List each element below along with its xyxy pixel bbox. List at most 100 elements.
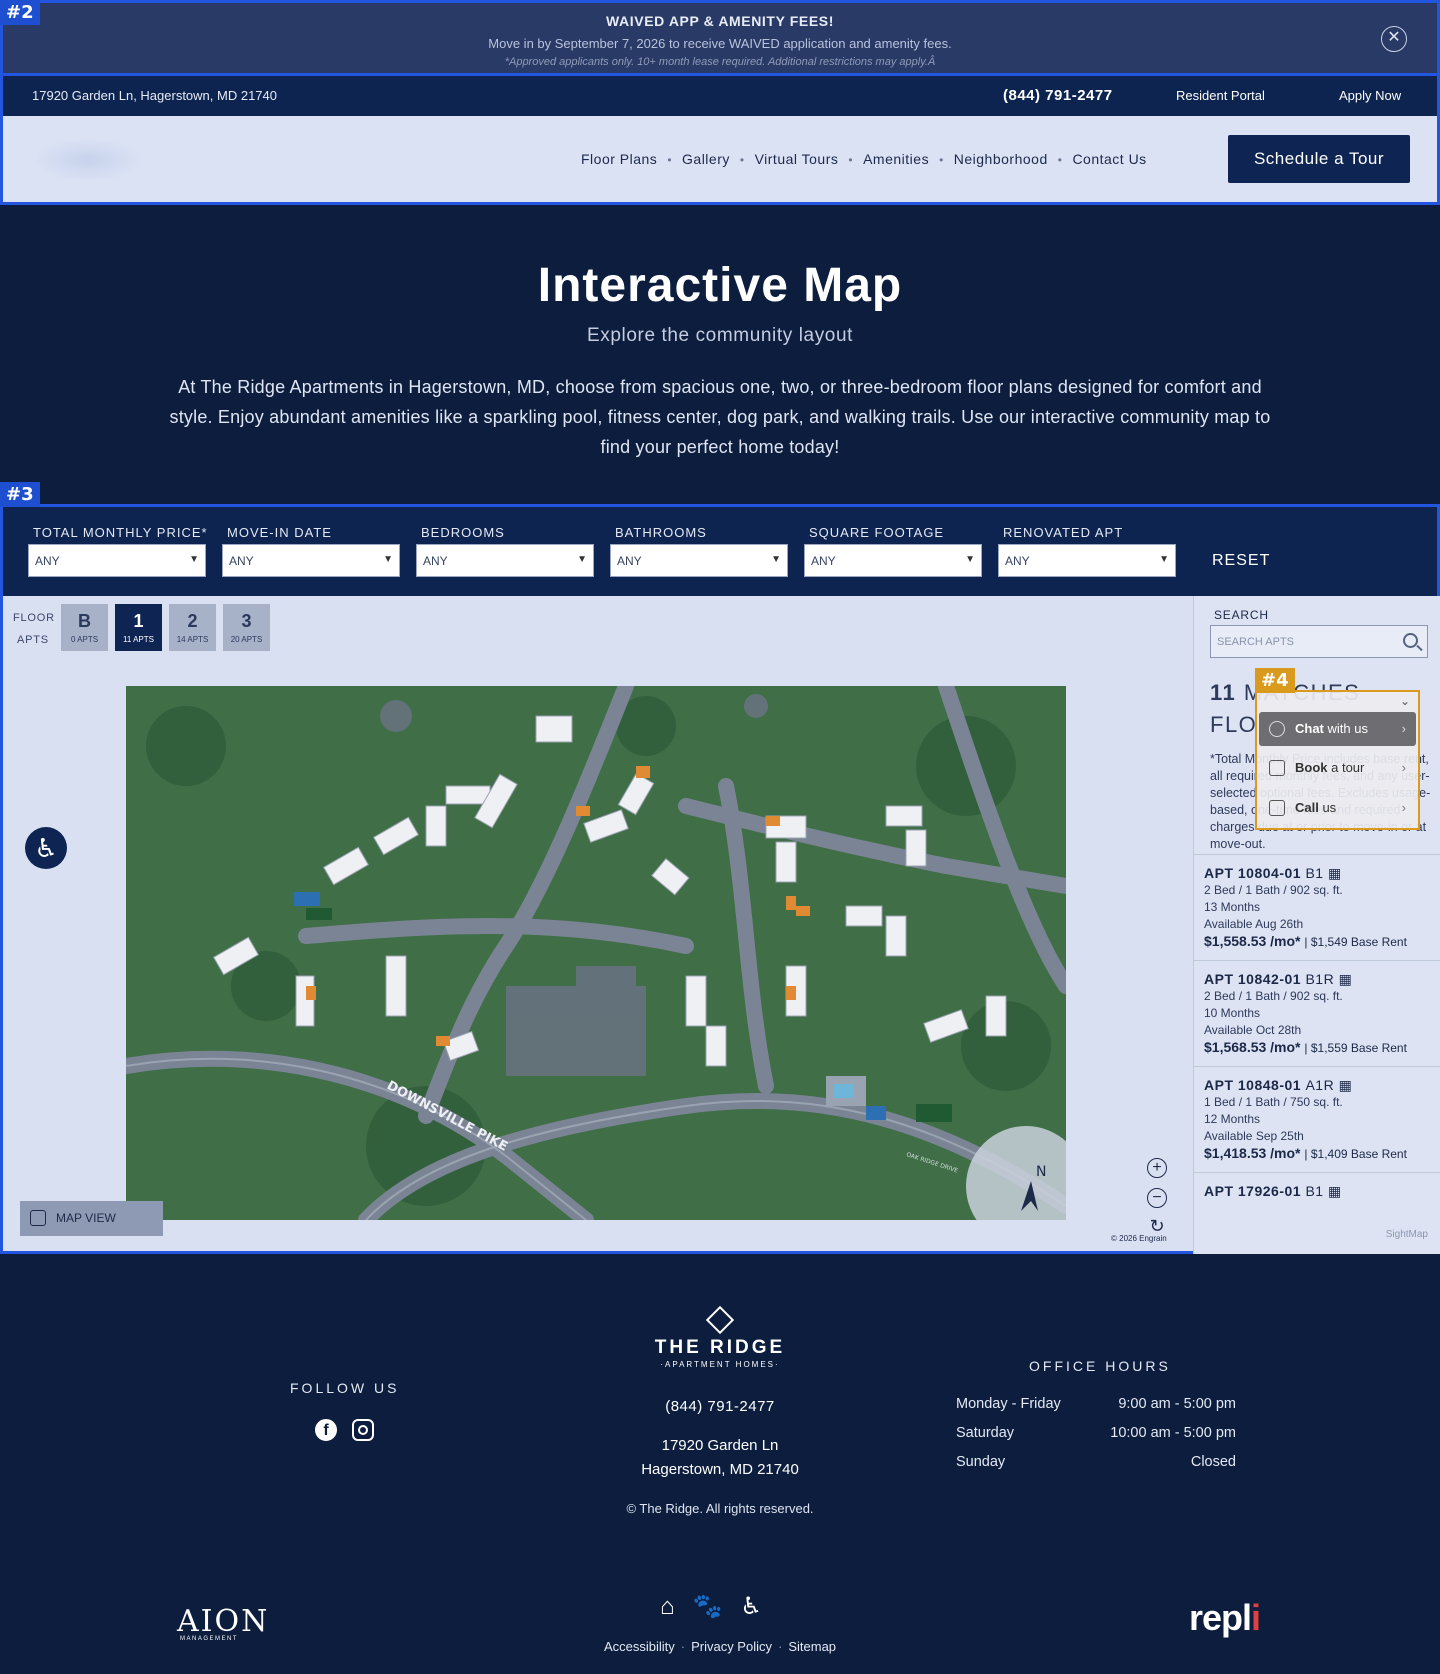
footer: FOLLOW US f THE RIDGE ·APARTMENT HOMES· … bbox=[0, 1254, 1440, 1674]
filter-move-in: MOVE-IN DATE ANY ▼ bbox=[222, 525, 400, 577]
chevron-down-icon[interactable]: ⌄ bbox=[1400, 694, 1410, 708]
floor-button-1[interactable]: 1 11 APTS bbox=[115, 604, 162, 651]
follow-us-heading: FOLLOW US bbox=[290, 1380, 400, 1396]
filter-bathrooms: BATHROOMS ANY ▼ bbox=[610, 525, 788, 577]
chevron-down-icon: ▼ bbox=[965, 554, 975, 565]
chevron-down-icon: ▼ bbox=[189, 554, 199, 565]
accessibility-icon[interactable]: ♿ bbox=[25, 827, 67, 869]
search-input[interactable]: SEARCH APTS bbox=[1210, 625, 1428, 658]
zoom-out-icon[interactable]: − bbox=[1147, 1188, 1167, 1208]
compliance-icons: ⌂ 🐾 ♿ bbox=[660, 1592, 780, 1621]
search-icon[interactable] bbox=[1403, 633, 1418, 648]
floor-button-2[interactable]: 2 14 APTS bbox=[169, 604, 216, 651]
chevron-down-icon: ▼ bbox=[577, 554, 587, 565]
calculator-icon[interactable]: ▦ bbox=[1339, 971, 1353, 987]
nav-separator: • bbox=[739, 153, 745, 167]
sightmap-brand: SightMap bbox=[1385, 1229, 1428, 1240]
call-us-button[interactable]: Call us › bbox=[1259, 791, 1416, 825]
bathrooms-select[interactable]: ANY ▼ bbox=[610, 544, 788, 577]
reset-button[interactable]: RESET bbox=[1212, 552, 1270, 570]
site-logo[interactable] bbox=[33, 138, 143, 182]
renovated-select[interactable]: ANY ▼ bbox=[998, 544, 1176, 577]
hero-section: Interactive Map Explore the community la… bbox=[0, 205, 1440, 505]
floor-label: FLOOR bbox=[13, 612, 55, 624]
map-section: FLOOR APTS B0 APTS 1 11 APTS 2 14 APTS 3 20… bbox=[0, 596, 1440, 1254]
nav-separator: • bbox=[939, 153, 944, 167]
site-map-graphic: DOWNSVILLE PIKE OAK RIDGE DRIVE N bbox=[126, 686, 1066, 1220]
nav-separator: • bbox=[667, 153, 673, 167]
promo-banner: WAIVED APP & AMENITY FEES! Move in by Se… bbox=[0, 0, 1440, 76]
schedule-tour-button[interactable]: Schedule a Tour bbox=[1228, 135, 1410, 183]
calculator-icon[interactable]: ▦ bbox=[1328, 865, 1342, 881]
filter-price: TOTAL MONTHLY PRICE* ANY ▼ bbox=[28, 525, 208, 577]
calendar-icon bbox=[1269, 760, 1285, 776]
office-hours-heading: OFFICE HOURS bbox=[1029, 1358, 1171, 1374]
nav-separator: • bbox=[848, 153, 854, 167]
sqft-select[interactable]: ANY ▼ bbox=[804, 544, 982, 577]
apartment-item[interactable]: APT 17926-01 B1 ▦ bbox=[1194, 1172, 1440, 1200]
filter-label: SQUARE FOOTAGE bbox=[809, 525, 945, 540]
move-in-select[interactable]: ANY ▼ bbox=[222, 544, 400, 577]
apartment-item[interactable]: APT 10848-01 A1R ▦ 1 Bed / 1 Bath / 750 … bbox=[1194, 1066, 1440, 1163]
search-label: SEARCH bbox=[1214, 608, 1269, 622]
zoom-in-icon[interactable]: + bbox=[1147, 1158, 1167, 1178]
compass-n: N bbox=[1036, 1164, 1046, 1180]
footer-address-line2: Hagerstown, MD 21740 bbox=[641, 1461, 799, 1478]
nav-links: Floor Plans • Gallery • Virtual Tours • Amenit… bbox=[581, 151, 1147, 167]
calculator-icon[interactable]: ▦ bbox=[1339, 1077, 1353, 1093]
apply-now-link[interactable]: Apply Now bbox=[1339, 88, 1401, 103]
accessibility-link[interactable]: Accessibility bbox=[604, 1639, 675, 1654]
chevron-right-icon: › bbox=[1401, 800, 1406, 815]
page-title: Interactive Map bbox=[537, 259, 903, 312]
facebook-icon[interactable]: f bbox=[315, 1419, 337, 1441]
copyright: © The Ridge. All rights reserved. bbox=[626, 1501, 814, 1516]
filter-label: BATHROOMS bbox=[615, 525, 707, 540]
tag-filters: #3 bbox=[0, 482, 40, 507]
calculator-icon[interactable]: ▦ bbox=[1328, 1183, 1342, 1199]
nav-floor-plans[interactable]: Floor Plans bbox=[581, 151, 657, 167]
map-view-button[interactable]: MAP VIEW bbox=[20, 1201, 163, 1236]
floor-button-3[interactable]: 3 20 APTS bbox=[223, 604, 270, 651]
chat-with-us-button[interactable]: Chat with us › bbox=[1259, 712, 1416, 746]
banner-text: Move in by September 7, 2026 to receive … bbox=[488, 36, 952, 51]
footer-address-line1: 17920 Garden Ln bbox=[661, 1437, 779, 1454]
close-icon[interactable]: ✕ bbox=[1381, 26, 1407, 52]
site-map[interactable]: DOWNSVILLE PIKE OAK RIDGE DRIVE N bbox=[126, 686, 1066, 1220]
instagram-icon[interactable] bbox=[352, 1419, 374, 1441]
sitemap-link[interactable]: Sitemap bbox=[788, 1639, 836, 1654]
apartment-item[interactable]: APT 10842-01 B1R ▦ 2 Bed / 1 Bath / 902 … bbox=[1194, 960, 1440, 1057]
privacy-policy-link[interactable]: Privacy Policy bbox=[691, 1639, 772, 1654]
filter-bedrooms: BEDROOMS ANY ▼ bbox=[416, 525, 594, 577]
nav-amenities[interactable]: Amenities bbox=[863, 151, 929, 167]
chevron-down-icon: ▼ bbox=[771, 554, 781, 565]
nav-separator: • bbox=[1057, 153, 1063, 167]
nav-virtual-tours[interactable]: Virtual Tours bbox=[755, 151, 839, 167]
phone-icon bbox=[1269, 800, 1285, 816]
bedrooms-select[interactable]: ANY ▼ bbox=[416, 544, 594, 577]
apts-label: APTS bbox=[17, 634, 49, 646]
footer-links: Accessibility · Privacy Policy · Sitemap bbox=[603, 1639, 837, 1654]
filter-renovated: RENOVATED APT ANY ▼ bbox=[998, 525, 1176, 577]
aion-logo[interactable]: AION bbox=[177, 1604, 269, 1639]
repli-logo[interactable]: repli bbox=[1189, 1597, 1261, 1639]
filter-label: BEDROOMS bbox=[421, 525, 505, 540]
brand-name[interactable]: THE RIDGE bbox=[620, 1337, 820, 1359]
nav-contact-us[interactable]: Contact Us bbox=[1072, 151, 1146, 167]
phone-link[interactable]: (844) 791-2477 bbox=[1003, 87, 1113, 104]
footer-phone[interactable]: (844) 791-2477 bbox=[620, 1398, 820, 1415]
book-tour-button[interactable]: Book a tour › bbox=[1259, 751, 1416, 785]
banner-fine-print: *Approved applicants only. 10+ month lea… bbox=[504, 56, 936, 68]
map-copyright: © 2026 Engrain bbox=[1111, 1234, 1167, 1243]
aion-logo-sub: MANAGEMENT bbox=[180, 1636, 239, 1642]
floor-button-b[interactable]: B0 APTS bbox=[61, 604, 108, 651]
filter-label: TOTAL MONTHLY PRICE* bbox=[33, 525, 208, 540]
nav-neighborhood[interactable]: Neighborhood bbox=[954, 151, 1048, 167]
chevron-right-icon: › bbox=[1401, 760, 1406, 775]
filter-sqft: SQUARE FOOTAGE ANY ▼ bbox=[804, 525, 982, 577]
apartment-item[interactable]: APT 10804-01 B1 ▦ 2 Bed / 1 Bath / 902 s… bbox=[1194, 854, 1440, 951]
nav-gallery[interactable]: Gallery bbox=[682, 151, 730, 167]
resident-portal-link[interactable]: Resident Portal bbox=[1176, 88, 1265, 103]
filter-label: RENOVATED APT bbox=[1003, 525, 1124, 540]
tag-chat: #4 bbox=[1255, 668, 1295, 693]
price-select[interactable]: ANY ▼ bbox=[28, 544, 206, 577]
